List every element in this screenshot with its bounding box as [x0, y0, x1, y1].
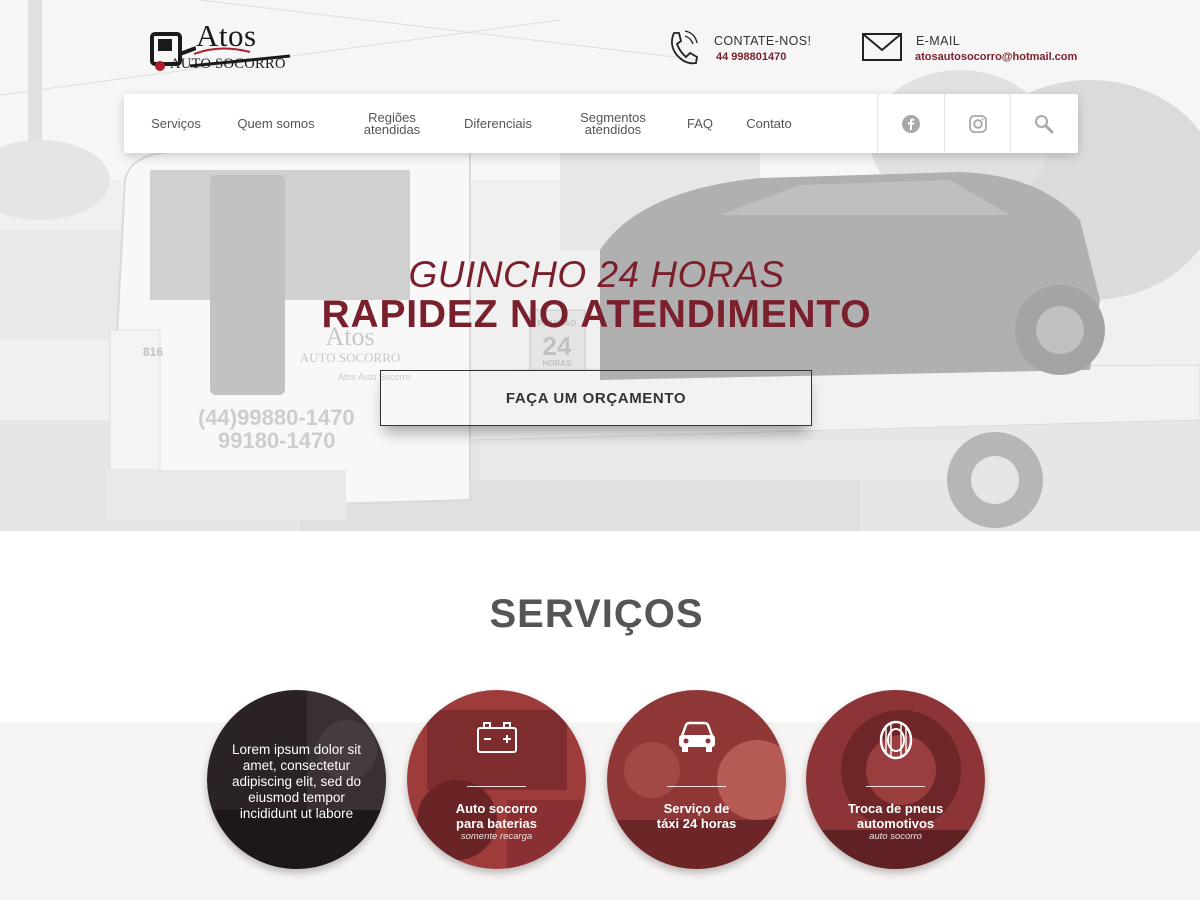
- main-navbar: Serviços Quem somos Regiões atendidas Di…: [124, 94, 1078, 153]
- nav-item-quem-somos[interactable]: Quem somos: [232, 94, 320, 153]
- hero-section: Atos AUTO SOCORRO Atos Auto Socorro (44)…: [0, 0, 1200, 531]
- instagram-button[interactable]: [944, 94, 1010, 153]
- nav-item-label: FAQ: [686, 115, 713, 131]
- facebook-button[interactable]: [877, 94, 943, 153]
- service-card-taxi-title: Serviço de táxi 24 horas: [656, 801, 737, 831]
- nav-item-faq[interactable]: FAQ: [680, 94, 720, 153]
- service-card-intro-text: Lorem ipsum dolor sit amet, consectetur …: [231, 742, 362, 821]
- nav-item-label: Contato: [746, 115, 792, 131]
- nav-item-regioes-atendidas[interactable]: Regiões atendidas: [352, 94, 432, 153]
- hero-headline: GUINCHO 24 HORAS: [408, 254, 785, 295]
- services-background: [0, 722, 1200, 900]
- search-button[interactable]: [1010, 94, 1076, 153]
- nav-item-servicos[interactable]: Serviços: [142, 94, 210, 153]
- search-icon: [1034, 114, 1053, 133]
- battery-icon: [476, 722, 517, 753]
- tire-icon: [879, 720, 912, 760]
- contact-email-address[interactable]: atosautosocorro@hotmail.com: [915, 51, 1077, 63]
- nav-item-label: Regiões atendidas: [363, 109, 421, 137]
- envelope-icon: [862, 33, 902, 61]
- contact-email-label: E-MAIL: [916, 34, 961, 48]
- facebook-icon: [901, 114, 920, 133]
- contact-phone-number[interactable]: 44 998801470: [716, 51, 786, 63]
- service-card-tires-title: Troca de pneus automotivos: [847, 801, 944, 831]
- contact-phone-label: CONTATE-NOS!: [714, 34, 812, 48]
- car-icon: [678, 721, 715, 752]
- phone-icon: [671, 30, 698, 65]
- nav-item-label: Serviços: [151, 115, 201, 131]
- service-card-taxi[interactable]: Serviço de táxi 24 horas: [607, 690, 786, 869]
- service-card-battery-title: Auto socorro para baterias: [455, 801, 538, 831]
- service-card-battery[interactable]: Auto socorro para baterias somente recar…: [407, 690, 586, 869]
- nav-item-label: Segmentos atendidos: [580, 109, 646, 137]
- instagram-icon: [968, 114, 987, 133]
- nav-item-segmentos-atendidos[interactable]: Segmentos atendidos: [568, 94, 658, 153]
- brand-subtitle: AUTO SOCORRO: [170, 56, 286, 72]
- quote-button[interactable]: FAÇA UM ORÇAMENTO: [380, 370, 812, 426]
- hero-subheadline: RAPIDEZ NO ATENDIMENTO: [321, 293, 872, 336]
- nav-item-label: Quem somos: [237, 115, 315, 131]
- nav-item-diferenciais[interactable]: Diferenciais: [456, 94, 540, 153]
- brand-name: Atos: [196, 18, 257, 53]
- nav-item-contato[interactable]: Contato: [736, 94, 802, 153]
- nav-item-label: Diferenciais: [464, 115, 532, 131]
- services-title: SERVIÇOS: [489, 592, 704, 636]
- service-card-intro[interactable]: Lorem ipsum dolor sit amet, consectetur …: [207, 690, 386, 869]
- brand-logo[interactable]: Atos AUTO SOCORRO: [150, 18, 292, 78]
- service-card-battery-subtitle: somente recarga: [460, 831, 533, 842]
- service-card-tires[interactable]: Troca de pneus automotivos auto socorro: [806, 690, 985, 869]
- service-card-tires-subtitle: auto socorro: [869, 831, 922, 842]
